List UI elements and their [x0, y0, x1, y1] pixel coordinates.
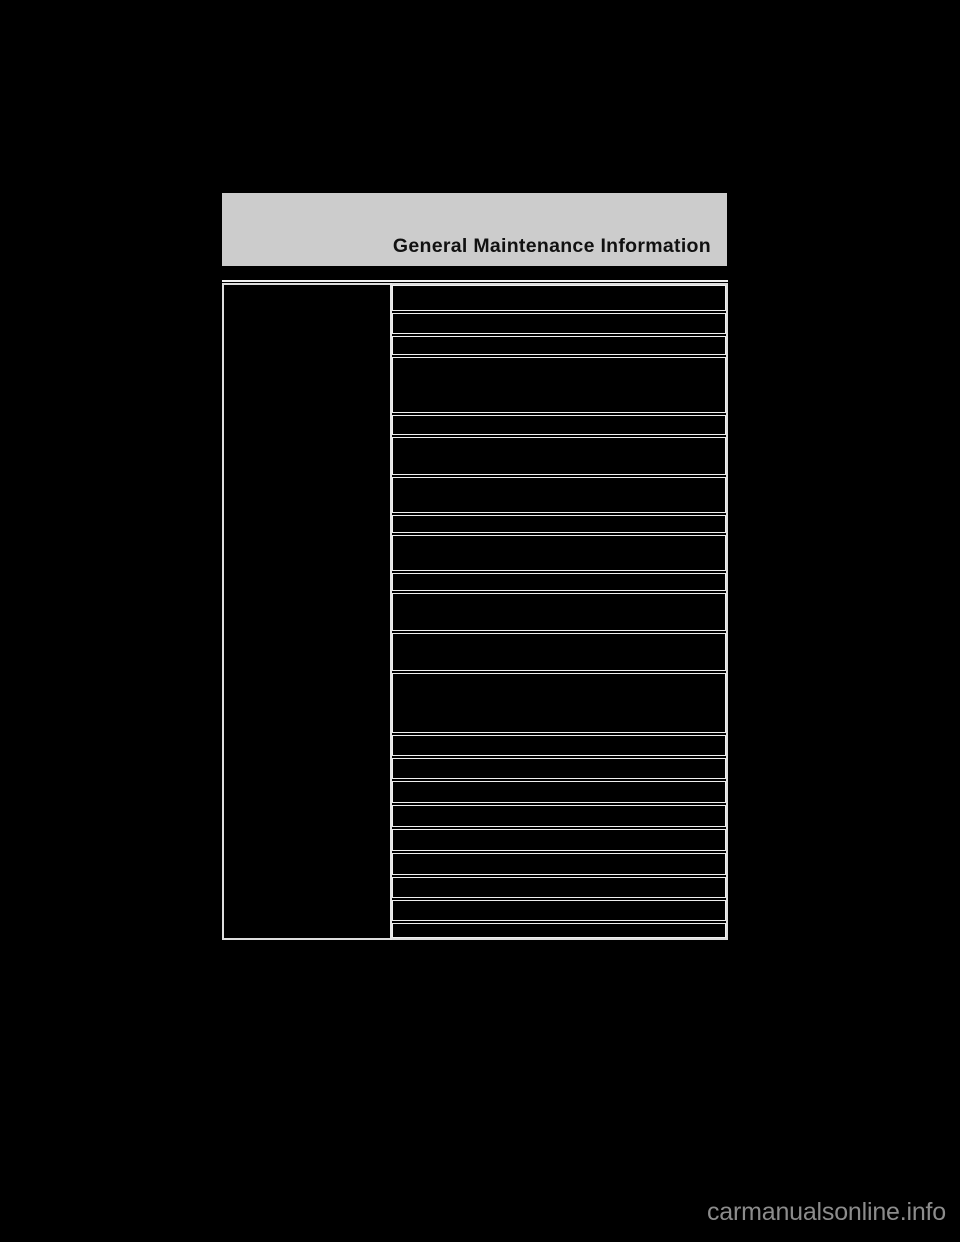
table-cell-text	[393, 286, 725, 290]
table-cell-text	[393, 337, 725, 341]
table-row	[392, 829, 726, 851]
table-row	[392, 735, 726, 756]
table-task-column-text	[224, 285, 390, 293]
table-row	[392, 285, 726, 311]
table-cell-text	[393, 736, 725, 740]
page-canvas: General Maintenance Information carmanua…	[0, 0, 960, 1242]
table-cell-text	[393, 536, 725, 540]
table-row	[392, 877, 726, 898]
table-row	[392, 673, 726, 733]
table-row	[392, 477, 726, 513]
table-cell-text	[393, 830, 725, 834]
table-row	[392, 805, 726, 827]
table-border-bottom	[222, 938, 728, 940]
table-cell-text	[393, 594, 725, 598]
table-cell-text	[393, 924, 725, 928]
table-row	[392, 781, 726, 803]
table-row	[392, 535, 726, 571]
table-cell-text	[393, 574, 725, 578]
table-row	[392, 923, 726, 938]
table-cell-text	[393, 438, 725, 442]
table-cell-text	[393, 806, 725, 810]
table-task-column-cell	[224, 285, 390, 938]
table-row	[392, 853, 726, 875]
header-divider-rule	[222, 280, 728, 282]
table-row	[392, 515, 726, 533]
table-cell-text	[393, 878, 725, 882]
table-row	[392, 633, 726, 671]
table-row	[392, 415, 726, 435]
table-row	[392, 357, 726, 413]
table-border-right	[725, 283, 728, 940]
source-watermark: carmanualsonline.info	[706, 1198, 946, 1226]
table-cell-text	[393, 854, 725, 858]
table-row	[392, 758, 726, 779]
table-cell-text	[393, 634, 725, 638]
table-cell-text	[393, 782, 725, 786]
table-row	[392, 437, 726, 475]
table-cell-text	[393, 478, 725, 482]
table-row	[392, 313, 726, 334]
table-row	[392, 900, 726, 921]
table-cell-text	[393, 759, 725, 763]
table-row	[392, 336, 726, 355]
page-header-banner: General Maintenance Information	[222, 193, 727, 266]
table-row	[392, 593, 726, 631]
table-cell-text	[393, 314, 725, 318]
table-cell-text	[393, 901, 725, 905]
table-cell-text	[393, 416, 725, 420]
table-row	[392, 573, 726, 591]
table-cell-text	[393, 516, 725, 520]
maintenance-table	[222, 283, 728, 940]
table-cell-text	[393, 358, 725, 362]
table-cell-text	[393, 674, 725, 678]
page-title: General Maintenance Information	[392, 235, 711, 257]
